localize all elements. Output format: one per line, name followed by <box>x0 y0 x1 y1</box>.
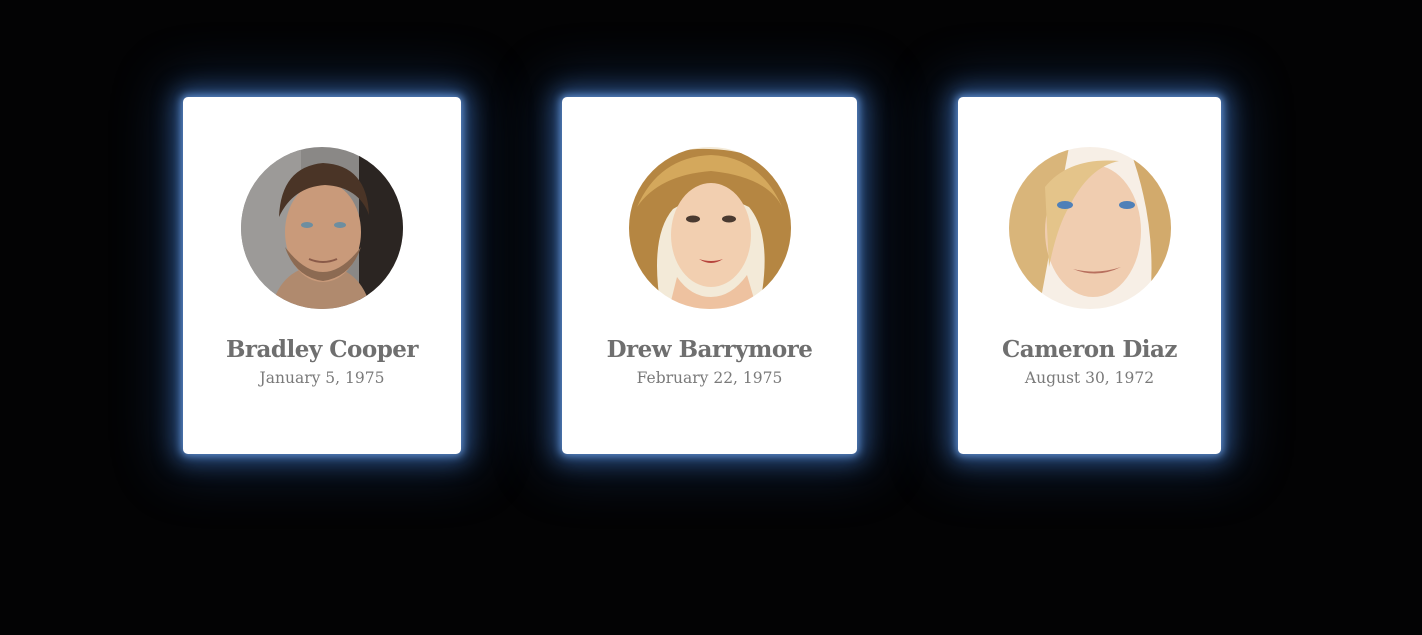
profile-card-gallery: Bradley Cooper January 5, 1975 Drew Barr… <box>0 0 1422 635</box>
profile-birthdate: January 5, 1975 <box>259 369 385 387</box>
profile-name: Drew Barrymore <box>606 336 813 363</box>
profile-card[interactable]: Bradley Cooper January 5, 1975 <box>183 97 461 454</box>
profile-card[interactable]: Drew Barrymore February 22, 1975 <box>562 97 857 454</box>
avatar <box>628 147 791 309</box>
profile-card[interactable]: Cameron Diaz August 30, 1972 <box>958 97 1221 454</box>
avatar <box>1008 147 1171 309</box>
profile-birthdate: February 22, 1975 <box>636 369 783 387</box>
avatar <box>241 147 403 309</box>
profile-name: Bradley Cooper <box>225 336 419 363</box>
profile-name: Cameron Diaz <box>1001 336 1178 363</box>
profile-birthdate: August 30, 1972 <box>1024 369 1155 387</box>
